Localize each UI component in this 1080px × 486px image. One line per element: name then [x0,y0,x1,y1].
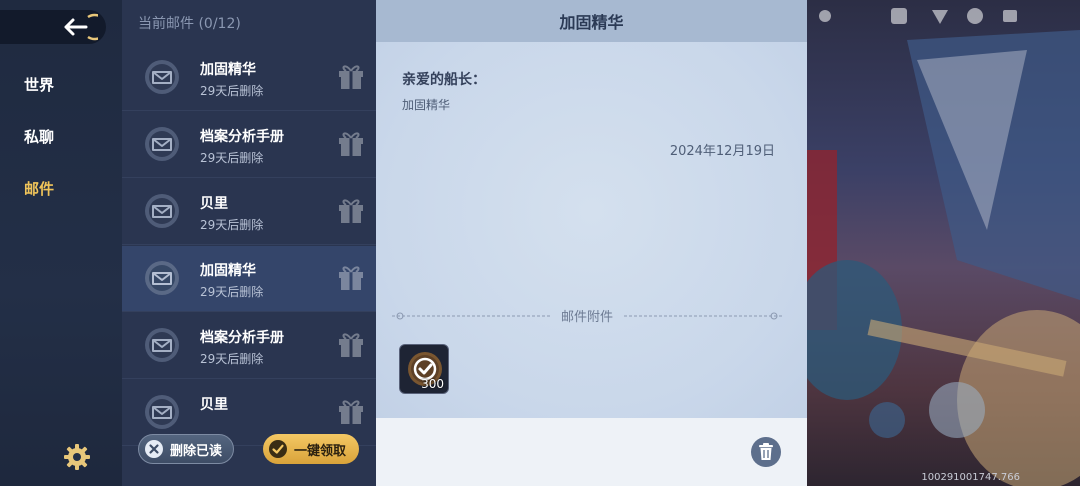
hud-icon-4 [967,8,983,24]
mail-title: 加固精华 [200,62,256,78]
mail-list-item-selected[interactable]: 加固精华 29天后删除 [122,246,376,312]
nav-item-label: 邮件 [23,179,54,198]
attachments-divider: 邮件附件 [390,306,784,326]
mail-title: 贝里 [200,397,228,413]
back-button[interactable] [0,10,106,44]
gift-icon [339,132,363,156]
nav-item-private-chat[interactable]: 私聊 [0,116,122,156]
gift-icon [339,333,363,357]
mail-detail-panel: 加固精华 亲爱的船长： 加固精华 2024年12月19日 邮件附件 300 [376,0,807,486]
attachments-label: 邮件附件 [560,310,613,325]
hud-icon-2 [891,8,907,24]
mail-expiry: 29天后删除 [200,84,264,98]
delete-read-button[interactable]: 删除已读 [138,434,234,464]
mail-list-item[interactable]: 贝里 29天后删除 [122,179,376,245]
attachment-quantity: 300 [421,377,444,391]
mail-list-item[interactable]: 加固精华 29天后删除 [122,45,376,111]
scene-artwork [807,30,1080,486]
attachment-item[interactable]: 300 [399,344,449,394]
channel-nav: 世界 私聊 邮件 [0,0,122,486]
mail-expiry: 29天后删除 [200,218,264,232]
game-background-scene [807,0,1080,486]
mail-count-header: 当前邮件 (0/12) [138,16,241,32]
back-arrow-icon [64,13,98,41]
gear-icon[interactable] [62,442,92,472]
nav-item-label: 世界 [23,75,54,94]
envelope-icon [145,395,179,429]
gift-icon [339,65,363,89]
mail-list-item[interactable]: 档案分析手册 29天后删除 [122,313,376,379]
mail-expiry: 29天后删除 [200,352,264,366]
envelope-icon [145,60,179,94]
nav-item-mail[interactable]: 邮件 [0,168,122,208]
mail-detail-title: 加固精华 [376,0,807,42]
mail-greeting: 亲爱的船长： [402,72,486,88]
hud-icon-3 [932,10,948,24]
mail-detail-title-text: 加固精华 [559,13,624,32]
mail-expiry: 29天后删除 [200,285,264,299]
trash-icon[interactable] [750,436,782,468]
hud-icon-5 [1003,10,1017,22]
claim-all-label: 一键领取 [294,443,347,459]
mail-title: 贝里 [200,196,228,212]
mail-list-item[interactable]: 档案分析手册 29天后删除 [122,112,376,178]
hud-icon-1 [819,10,831,22]
envelope-icon [145,194,179,228]
delete-read-label: 删除已读 [170,443,223,459]
mail-expiry: 29天后删除 [200,151,264,165]
hud-icons [819,8,1017,24]
check-icon [269,440,287,458]
gift-icon [339,266,363,290]
mail-date: 2024年12月19日 [669,144,775,159]
envelope-icon [145,127,179,161]
gift-icon [339,199,363,223]
mail-title: 档案分析手册 [200,129,284,145]
envelope-icon [145,328,179,362]
mail-content: 加固精华 [402,98,451,112]
mail-title: 档案分析手册 [200,330,284,346]
mail-list: 当前邮件 (0/12) 加固精华 29天后删除 档案分析手册 29天后删除 贝里… [122,0,376,486]
build-id-text: 100291001747.766 [921,472,1020,483]
mail-title: 加固精华 [200,263,256,279]
nav-item-label: 私聊 [23,127,54,146]
mail-detail-footer [376,418,807,486]
nav-item-world[interactable]: 世界 [0,64,122,104]
claim-all-button[interactable]: 一键领取 [263,434,359,464]
close-icon [145,440,163,458]
gift-icon [339,400,363,424]
envelope-icon [145,261,179,295]
